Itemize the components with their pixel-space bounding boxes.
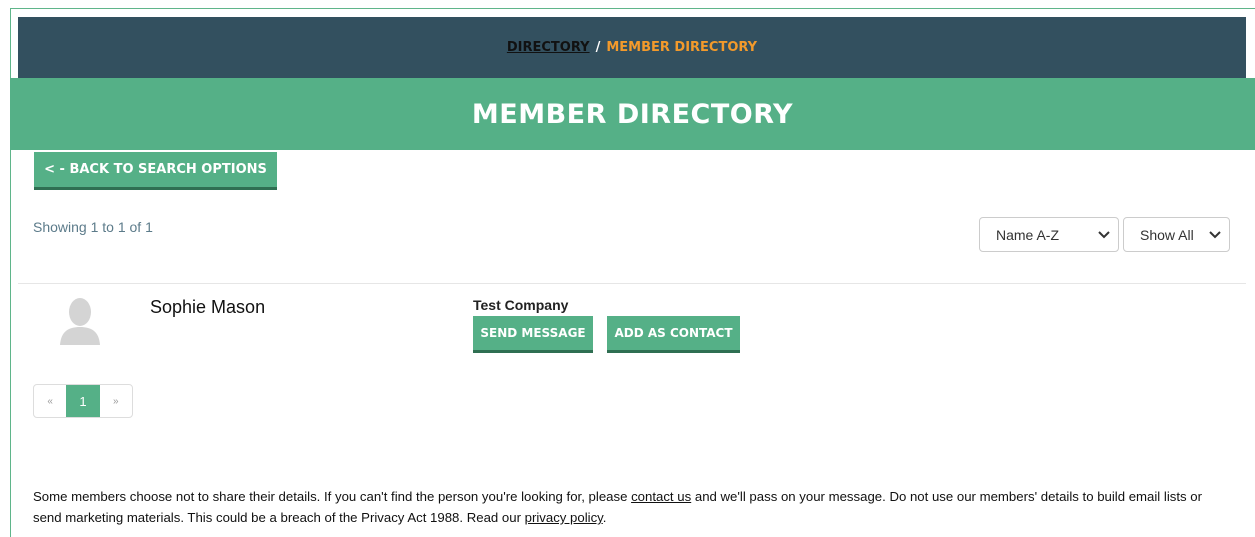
show-select[interactable]: Show All bbox=[1123, 217, 1230, 252]
breadcrumb-current: MEMBER DIRECTORY bbox=[606, 40, 758, 55]
show-select-value: Show All bbox=[1140, 226, 1194, 243]
breadcrumb-directory-link[interactable]: DIRECTORY bbox=[507, 40, 590, 55]
add-as-contact-button[interactable]: ADD AS CONTACT bbox=[607, 316, 740, 353]
privacy-notice: Some members choose not to share their d… bbox=[33, 486, 1233, 528]
back-to-search-button[interactable]: < - BACK TO SEARCH OPTIONS bbox=[34, 152, 277, 190]
sort-select[interactable]: Name A-Z bbox=[979, 217, 1119, 252]
sort-select-value: Name A-Z bbox=[996, 226, 1060, 243]
results-divider bbox=[18, 283, 1246, 284]
pagination-next[interactable]: » bbox=[100, 385, 132, 417]
notice-text-1: Some members choose not to share their d… bbox=[33, 489, 632, 504]
contact-us-link[interactable]: contact us bbox=[631, 489, 691, 504]
member-company: Test Company bbox=[473, 297, 569, 313]
page-title: MEMBER DIRECTORY bbox=[471, 98, 794, 130]
chevron-down-icon bbox=[1098, 230, 1110, 238]
pagination: « 1 » bbox=[33, 384, 133, 418]
breadcrumb-separator: / bbox=[595, 40, 601, 55]
member-name[interactable]: Sophie Mason bbox=[150, 297, 265, 318]
send-message-button[interactable]: SEND MESSAGE bbox=[473, 316, 593, 353]
breadcrumb-bar: DIRECTORY / MEMBER DIRECTORY bbox=[18, 17, 1246, 78]
person-silhouette-icon bbox=[60, 298, 100, 345]
pagination-page-1[interactable]: 1 bbox=[66, 385, 100, 417]
notice-text-3: . bbox=[602, 510, 607, 525]
results-count: Showing 1 to 1 of 1 bbox=[33, 219, 153, 235]
chevron-down-icon bbox=[1209, 230, 1221, 238]
pagination-prev[interactable]: « bbox=[34, 385, 66, 417]
title-banner: MEMBER DIRECTORY bbox=[10, 78, 1255, 150]
privacy-policy-link[interactable]: privacy policy bbox=[525, 510, 603, 525]
